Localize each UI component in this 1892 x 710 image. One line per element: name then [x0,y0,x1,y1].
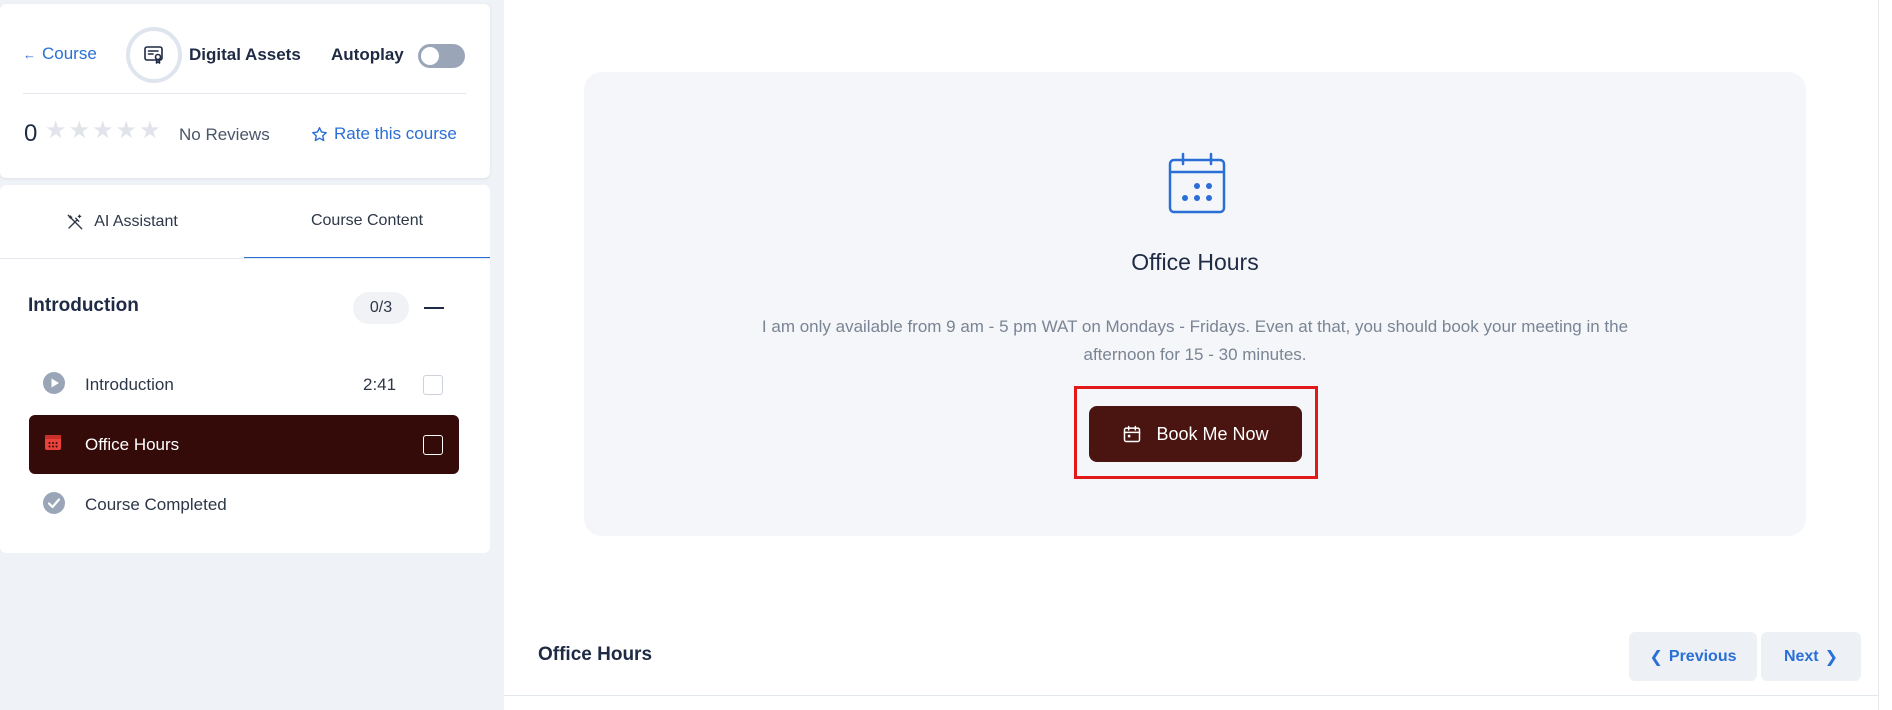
certificate-icon [126,27,182,83]
lesson-title: Course Completed [85,495,227,514]
panel-description: I am only available from 9 am - 5 pm WAT… [761,317,1629,364]
calendar-icon [1168,152,1226,214]
star-icon: ★ [45,117,67,144]
tab-course-content[interactable]: Course Content [244,185,490,259]
star-icon: ★ [68,117,91,144]
main-content: Office Hours I am only available from 9 … [504,0,1878,710]
footer-lesson-title: Office Hours [538,644,653,665]
next-button[interactable]: Next ❯ [1761,632,1861,681]
footer-divider [504,695,1878,696]
back-to-course-link[interactable]: ← Course [23,44,97,64]
star-outline-icon [312,126,327,141]
tab-ai-assistant[interactable]: AI Assistant [0,185,244,259]
autoplay-label: Autoplay [331,45,404,64]
star-icon: ★ [92,117,114,144]
check-circle-icon [43,492,65,514]
office-hours-panel: Office Hours I am only available from 9 … [584,72,1806,536]
lesson-duration: 2:41 [363,375,397,394]
rate-course-link[interactable]: Rate this course [311,124,457,144]
star-rating: ★ ★ ★ ★ ★ [45,119,161,143]
lesson-complete-checkbox[interactable] [423,375,443,395]
next-label: Next [1783,647,1819,665]
course-header-card: ← Course Digital Assets Autoplay 0 ★ ★ ★… [0,4,490,178]
scrollbar-track[interactable] [1878,0,1892,710]
autoplay-toggle[interactable] [418,44,465,68]
section-progress-badge: 0/3 [353,292,409,324]
lesson-item[interactable]: Course Completed [29,475,459,534]
course-content-card: AI Assistant Course Content Introduction… [0,185,490,553]
rate-course-label: Rate this course [334,124,457,143]
star-icon: ★ [139,117,161,144]
lesson-complete-checkbox[interactable] [423,435,443,455]
play-icon [43,372,65,394]
lesson-title: Introduction [85,375,174,394]
chevron-left-icon: ❮ [1649,648,1663,666]
arrow-left-icon: ← [23,46,36,62]
previous-label: Previous [1668,647,1737,665]
section-title: Introduction [28,295,139,316]
back-link-label: Course [42,44,97,63]
previous-button[interactable]: ❮ Previous [1629,632,1757,681]
book-button-label: Book Me Now [1156,423,1269,444]
lesson-title: Office Hours [85,435,180,454]
rating-value: 0 [24,120,38,147]
calendar-icon [1124,425,1141,443]
panel-title: Office Hours [1131,249,1259,275]
lesson-item[interactable]: Introduction 2:41 [29,355,459,414]
lesson-item-active[interactable]: Office Hours [29,415,459,474]
course-name: Digital Assets [189,45,301,64]
collapse-section-button[interactable] [424,307,444,309]
toggle-knob [421,47,439,65]
tab-label: AI Assistant [94,213,178,230]
divider [23,93,466,94]
reviews-count: No Reviews [179,125,270,144]
calendar-icon [45,435,61,450]
tabs-divider [0,258,490,259]
sidebar: ← Course Digital Assets Autoplay 0 ★ ★ ★… [0,0,504,710]
book-me-now-button[interactable]: Book Me Now [1089,406,1302,462]
chevron-right-icon: ❯ [1824,648,1839,666]
star-icon: ★ [115,117,138,144]
tab-label: Course Content [310,212,424,229]
magic-wand-icon [67,214,83,230]
